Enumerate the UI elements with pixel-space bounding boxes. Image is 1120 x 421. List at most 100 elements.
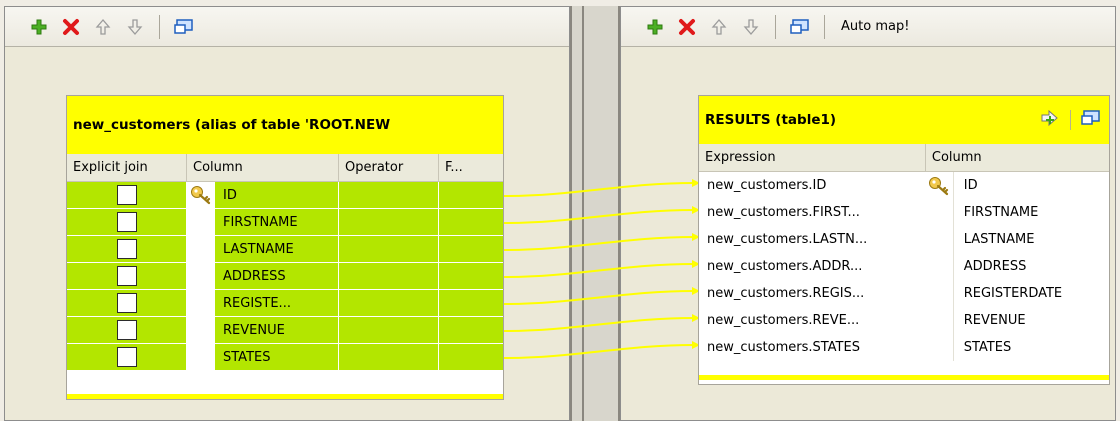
explicit-join-cell <box>67 317 187 343</box>
explicit-join-checkbox[interactable] <box>116 185 137 205</box>
explicit-join-checkbox[interactable] <box>116 266 137 286</box>
f-cell[interactable] <box>439 209 503 235</box>
table-row[interactable]: new_customers.REGIS... REGISTERDATE <box>699 280 1109 307</box>
key-slot <box>187 236 215 262</box>
table-row[interactable]: ADDRESS <box>67 263 503 290</box>
header-column[interactable]: Column <box>187 154 339 181</box>
table-row[interactable]: new_customers.ID ID <box>699 172 1109 199</box>
source-table: new_customers (alias of table 'ROOT.NEW … <box>66 95 504 400</box>
column-label: REGISTE... <box>223 295 291 311</box>
source-toolbar <box>5 7 569 47</box>
column-cell[interactable]: REVENUE <box>954 307 1109 334</box>
results-table-name[interactable]: RESULTS (table1) <box>705 112 836 128</box>
toolbar-separator <box>775 14 776 39</box>
f-cell[interactable] <box>439 344 503 370</box>
table-row[interactable]: REGISTE... <box>67 290 503 317</box>
column-label: ID <box>223 187 237 203</box>
header-f[interactable]: F... <box>439 154 503 181</box>
header-explicit-join[interactable]: Explicit join <box>67 154 187 181</box>
table-row[interactable]: REVENUE <box>67 317 503 344</box>
header-column[interactable]: Column <box>926 144 1109 171</box>
move-down-icon[interactable] <box>741 17 761 37</box>
column-cell[interactable]: STATES <box>954 334 1109 361</box>
column-cell[interactable]: ADDRESS <box>954 253 1109 280</box>
table-row[interactable]: new_customers.LASTN... LASTNAME <box>699 226 1109 253</box>
table-row[interactable]: new_customers.REVE... REVENUE <box>699 307 1109 334</box>
move-up-icon[interactable] <box>93 17 113 37</box>
source-table-title[interactable]: new_customers (alias of table 'ROOT.NEW <box>67 96 503 154</box>
output-toolbar: Auto map! <box>621 7 1115 47</box>
mapping-link <box>504 290 695 305</box>
results-table: RESULTS (table1) Expression Column new_c… <box>698 95 1110 385</box>
table-row[interactable]: ID <box>67 182 503 209</box>
auto-map-button[interactable]: Auto map! <box>841 19 909 34</box>
operator-cell[interactable] <box>339 236 439 262</box>
add-icon[interactable] <box>29 17 49 37</box>
f-cell[interactable] <box>439 263 503 289</box>
move-down-icon[interactable] <box>125 17 145 37</box>
f-cell[interactable] <box>439 290 503 316</box>
column-cell[interactable]: REGISTERDATE <box>954 280 1109 307</box>
explicit-join-checkbox[interactable] <box>116 347 137 367</box>
move-up-icon[interactable] <box>709 17 729 37</box>
operator-cell[interactable] <box>339 263 439 289</box>
operator-cell[interactable] <box>339 344 439 370</box>
operator-cell[interactable] <box>339 182 439 208</box>
title-separator <box>1070 110 1071 130</box>
explicit-join-checkbox[interactable] <box>116 320 137 340</box>
key-slot <box>187 263 215 289</box>
column-label: REVENUE <box>223 322 285 338</box>
f-cell[interactable] <box>439 182 503 208</box>
mapping-links <box>504 179 700 359</box>
expression-cell[interactable]: new_customers.FIRST... <box>699 199 926 226</box>
column-label: STATES <box>223 349 271 365</box>
expression-cell[interactable]: new_customers.REVE... <box>699 307 926 334</box>
remove-icon[interactable] <box>677 17 697 37</box>
key-slot <box>187 317 215 343</box>
operator-cell[interactable] <box>339 317 439 343</box>
expression-cell[interactable]: new_customers.STATES <box>699 334 926 361</box>
table-row[interactable]: new_customers.FIRST... FIRSTNAME <box>699 199 1109 226</box>
column-cell[interactable]: LASTNAME <box>954 226 1109 253</box>
expression-cell[interactable]: new_customers.LASTN... <box>699 226 926 253</box>
results-table-footer <box>699 375 1109 380</box>
explicit-join-checkbox[interactable] <box>116 293 137 313</box>
table-row[interactable]: new_customers.STATES STATES <box>699 334 1109 361</box>
results-table-title: RESULTS (table1) <box>699 96 1109 144</box>
table-row[interactable]: LASTNAME <box>67 236 503 263</box>
results-title-tools <box>1040 108 1101 132</box>
explicit-join-cell <box>67 263 187 289</box>
window-icon[interactable] <box>790 17 810 37</box>
key-slot <box>926 226 954 253</box>
mapping-link <box>504 344 695 359</box>
f-cell[interactable] <box>439 236 503 262</box>
header-operator[interactable]: Operator <box>339 154 439 181</box>
table-row[interactable]: STATES <box>67 344 503 371</box>
window-icon[interactable] <box>1081 109 1101 131</box>
explicit-join-checkbox[interactable] <box>116 239 137 259</box>
column-cell[interactable]: FIRSTNAME <box>954 199 1109 226</box>
column-cell: ID <box>187 182 339 208</box>
mapping-link <box>504 263 695 278</box>
column-cell[interactable]: ID <box>954 172 1109 199</box>
add-icon[interactable] <box>645 17 665 37</box>
expression-cell[interactable]: new_customers.REGIS... <box>699 280 926 307</box>
remove-icon[interactable] <box>61 17 81 37</box>
explicit-join-cell <box>67 209 187 235</box>
mapping-link <box>504 236 695 251</box>
column-cell: LASTNAME <box>187 236 339 262</box>
table-row[interactable]: new_customers.ADDR... ADDRESS <box>699 253 1109 280</box>
explicit-join-checkbox[interactable] <box>116 212 137 232</box>
operator-cell[interactable] <box>339 290 439 316</box>
table-row[interactable]: FIRSTNAME <box>67 209 503 236</box>
operator-cell[interactable] <box>339 209 439 235</box>
header-expression[interactable]: Expression <box>699 144 926 171</box>
key-slot <box>187 290 215 316</box>
column-cell: ADDRESS <box>187 263 339 289</box>
window-icon[interactable] <box>174 17 194 37</box>
expression-cell[interactable]: new_customers.ADDR... <box>699 253 926 280</box>
expression-cell[interactable]: new_customers.ID <box>699 172 926 199</box>
add-expression-icon[interactable] <box>1040 108 1060 132</box>
f-cell[interactable] <box>439 317 503 343</box>
key-slot <box>926 253 954 280</box>
